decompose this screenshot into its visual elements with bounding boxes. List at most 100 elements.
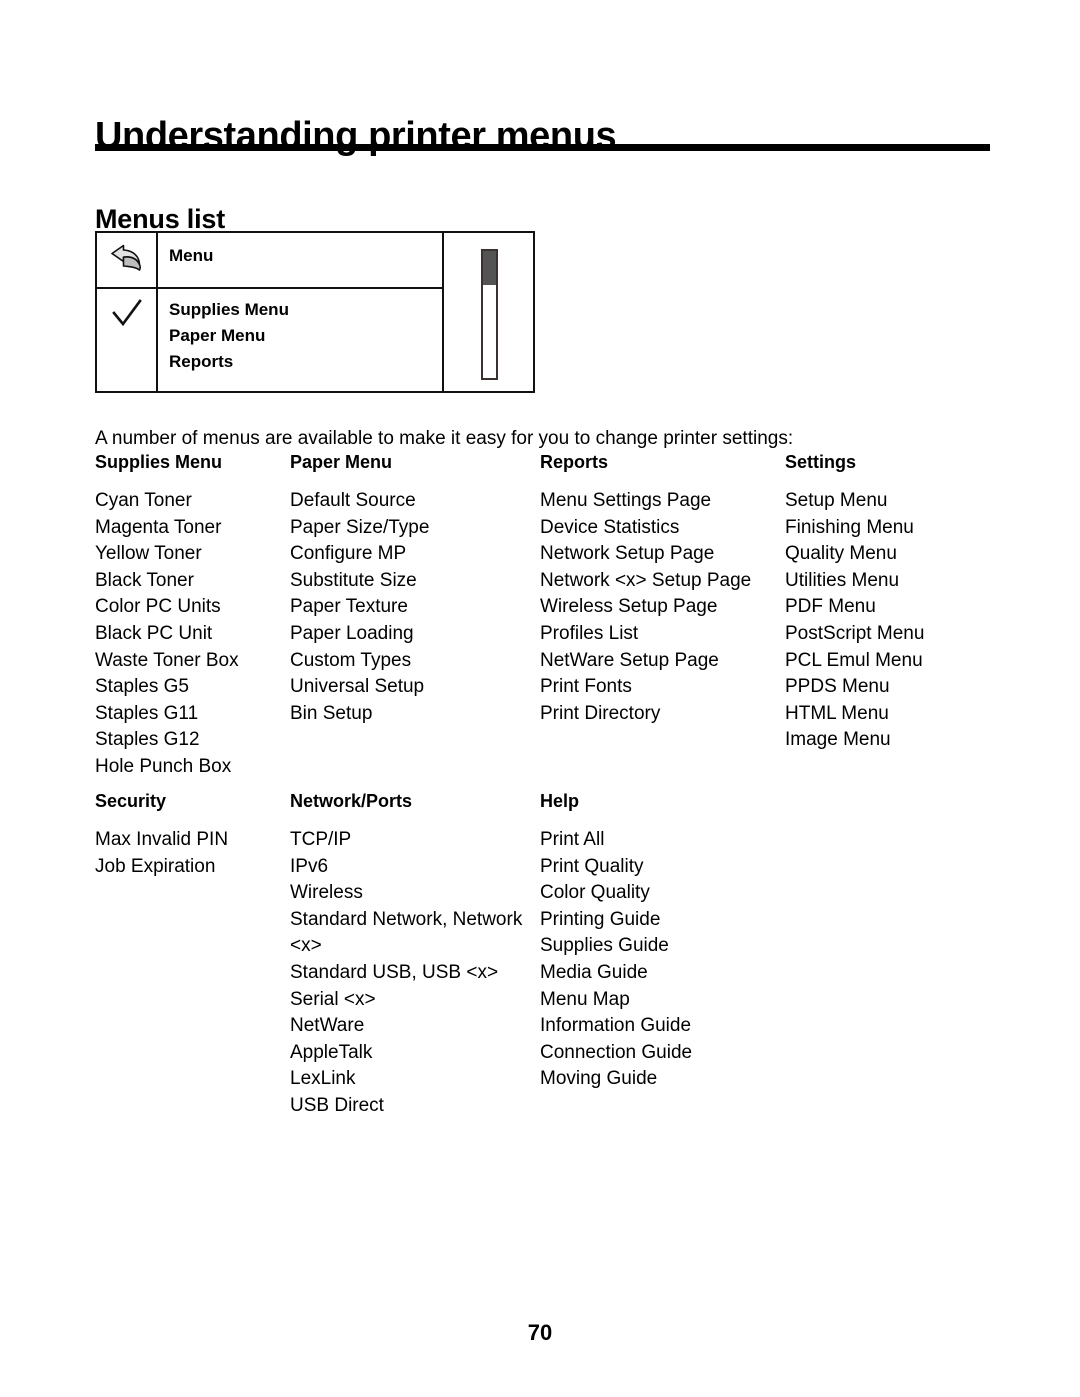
column-item-list: Menu Settings Page Device Statistics Net…: [540, 488, 775, 727]
list-item: Standard Network, Network <x>: [290, 908, 523, 957]
list-item: Menu Settings Page: [540, 490, 712, 511]
select-button-cell[interactable]: [97, 289, 158, 391]
list-item: Information Guide: [540, 1015, 692, 1037]
list-item: IPv6: [290, 855, 329, 877]
list-item: Paper Size/Type: [290, 516, 430, 538]
column-heading: Reports: [540, 452, 609, 472]
column-item-list: Max Invalid PIN Job Expiration: [95, 827, 285, 880]
list-item: Supplies Guide: [540, 935, 669, 957]
list-item: PostScript Menu: [785, 622, 925, 644]
panel-scrollbar-thumb[interactable]: [483, 251, 496, 286]
list-item: NetWare Setup Page: [540, 649, 719, 671]
list-item: Quality Menu: [785, 543, 897, 565]
panel-scrollbar[interactable]: [481, 249, 498, 380]
list-item: Moving Guide: [540, 1068, 658, 1090]
column-heading: Network/Ports: [290, 791, 413, 811]
list-item: Connection Guide: [540, 1041, 693, 1063]
list-item: Hole Punch Box: [95, 755, 232, 777]
list-item: Wireless Setup Page: [540, 596, 718, 618]
title-divider: [95, 144, 990, 151]
column-heading: Security: [95, 791, 167, 811]
list-item: Configure MP: [290, 543, 407, 565]
list-item: Bin Setup: [290, 702, 373, 724]
list-item: Staples G12: [95, 729, 200, 751]
list-item: Black Toner: [95, 569, 194, 591]
list-item: Profiles List: [540, 622, 639, 644]
list-item: Magenta Toner: [95, 516, 222, 538]
list-item: Device Statistics: [540, 516, 680, 538]
list-item: Print Fonts: [540, 676, 632, 698]
list-item: Max Invalid PIN: [95, 829, 229, 850]
column-item-list: Cyan Toner Magenta Toner Yellow Toner Bl…: [95, 488, 285, 781]
list-item: HTML Menu: [785, 702, 889, 724]
menu-column-settings: Settings Setup Menu Finishing Menu Quali…: [785, 452, 1010, 754]
list-item: PCL Emul Menu: [785, 649, 923, 671]
list-item: Media Guide: [540, 961, 648, 983]
list-item: AppleTalk: [290, 1041, 373, 1063]
list-item: Job Expiration: [95, 855, 216, 877]
panel-menu-item[interactable]: Reports: [169, 349, 289, 375]
column-item-list: Setup Menu Finishing Menu Quality Menu U…: [785, 488, 1010, 754]
list-item: Image Menu: [785, 729, 891, 751]
column-heading: Help: [540, 791, 580, 811]
column-heading: Supplies Menu: [95, 452, 223, 472]
panel-header-row: Menu: [97, 233, 442, 289]
checkmark-icon: [110, 297, 144, 336]
column-item-list: Default Source Paper Size/Type Configure…: [290, 488, 530, 727]
list-item: Finishing Menu: [785, 516, 914, 538]
list-item: Color PC Units: [95, 596, 221, 618]
list-item: Black PC Unit: [95, 622, 213, 644]
list-item: Universal Setup: [290, 676, 425, 698]
menu-column-network-ports: Network/Ports TCP/IP IPv6 Wireless Stand…: [290, 791, 530, 1120]
list-item: Staples G5: [95, 676, 189, 698]
list-item: Default Source: [290, 490, 416, 511]
list-item: Staples G11: [95, 702, 199, 724]
panel-menu-item[interactable]: Supplies Menu: [169, 297, 289, 323]
list-item: Cyan Toner: [95, 490, 192, 511]
menu-column-security: Security Max Invalid PIN Job Expiration: [95, 791, 285, 880]
list-item: NetWare: [290, 1015, 365, 1037]
panel-vertical-divider: [442, 233, 444, 391]
list-item: Print Directory: [540, 702, 661, 724]
column-heading: Paper Menu: [290, 452, 393, 472]
back-button-cell[interactable]: [97, 233, 158, 287]
menu-column-reports: Reports Menu Settings Page Device Statis…: [540, 452, 775, 727]
list-item: PPDS Menu: [785, 676, 890, 698]
list-item: Setup Menu: [785, 490, 888, 511]
list-item: Wireless: [290, 882, 363, 904]
column-item-list: TCP/IP IPv6 Wireless Standard Network, N…: [290, 827, 530, 1120]
list-item: TCP/IP: [290, 829, 352, 850]
list-item: Paper Loading: [290, 622, 414, 644]
page-title: Understanding printer menus: [95, 115, 617, 158]
list-item: Standard USB, USB <x>: [290, 961, 499, 983]
panel-menu-item[interactable]: Paper Menu: [169, 323, 289, 349]
list-item: Substitute Size: [290, 569, 417, 591]
printer-display-panel: Menu Supplies Menu Paper Menu Reports: [95, 231, 535, 393]
list-item: Network Setup Page: [540, 543, 715, 565]
list-item: Menu Map: [540, 988, 630, 1010]
page-number: 70: [527, 1320, 553, 1345]
list-item: Waste Toner Box: [95, 649, 239, 671]
list-item: LexLink: [290, 1068, 356, 1090]
list-item: Print Quality: [540, 855, 644, 877]
menu-column-help: Help Print All Print Quality Color Quali…: [540, 791, 775, 1093]
list-item: Printing Guide: [540, 908, 661, 930]
list-item: PDF Menu: [785, 596, 876, 618]
list-item: Network <x> Setup Page: [540, 569, 752, 591]
panel-menu-items: Supplies Menu Paper Menu Reports: [169, 297, 289, 375]
intro-paragraph: A number of menus are available to make …: [95, 428, 794, 449]
list-item: Print All: [540, 829, 605, 850]
list-item: Color Quality: [540, 882, 650, 904]
column-heading: Settings: [785, 452, 857, 472]
list-item: Yellow Toner: [95, 543, 202, 565]
menu-column-supplies: Supplies Menu Cyan Toner Magenta Toner Y…: [95, 452, 285, 781]
column-item-list: Print All Print Quality Color Quality Pr…: [540, 827, 775, 1093]
list-item: Paper Texture: [290, 596, 408, 618]
list-item: Serial <x>: [290, 988, 376, 1010]
list-item: Custom Types: [290, 649, 412, 671]
list-item: USB Direct: [290, 1094, 384, 1116]
panel-header-label: Menu: [169, 246, 214, 265]
menu-column-paper: Paper Menu Default Source Paper Size/Typ…: [290, 452, 530, 727]
back-arrow-icon: [109, 242, 145, 279]
list-item: Utilities Menu: [785, 569, 900, 591]
